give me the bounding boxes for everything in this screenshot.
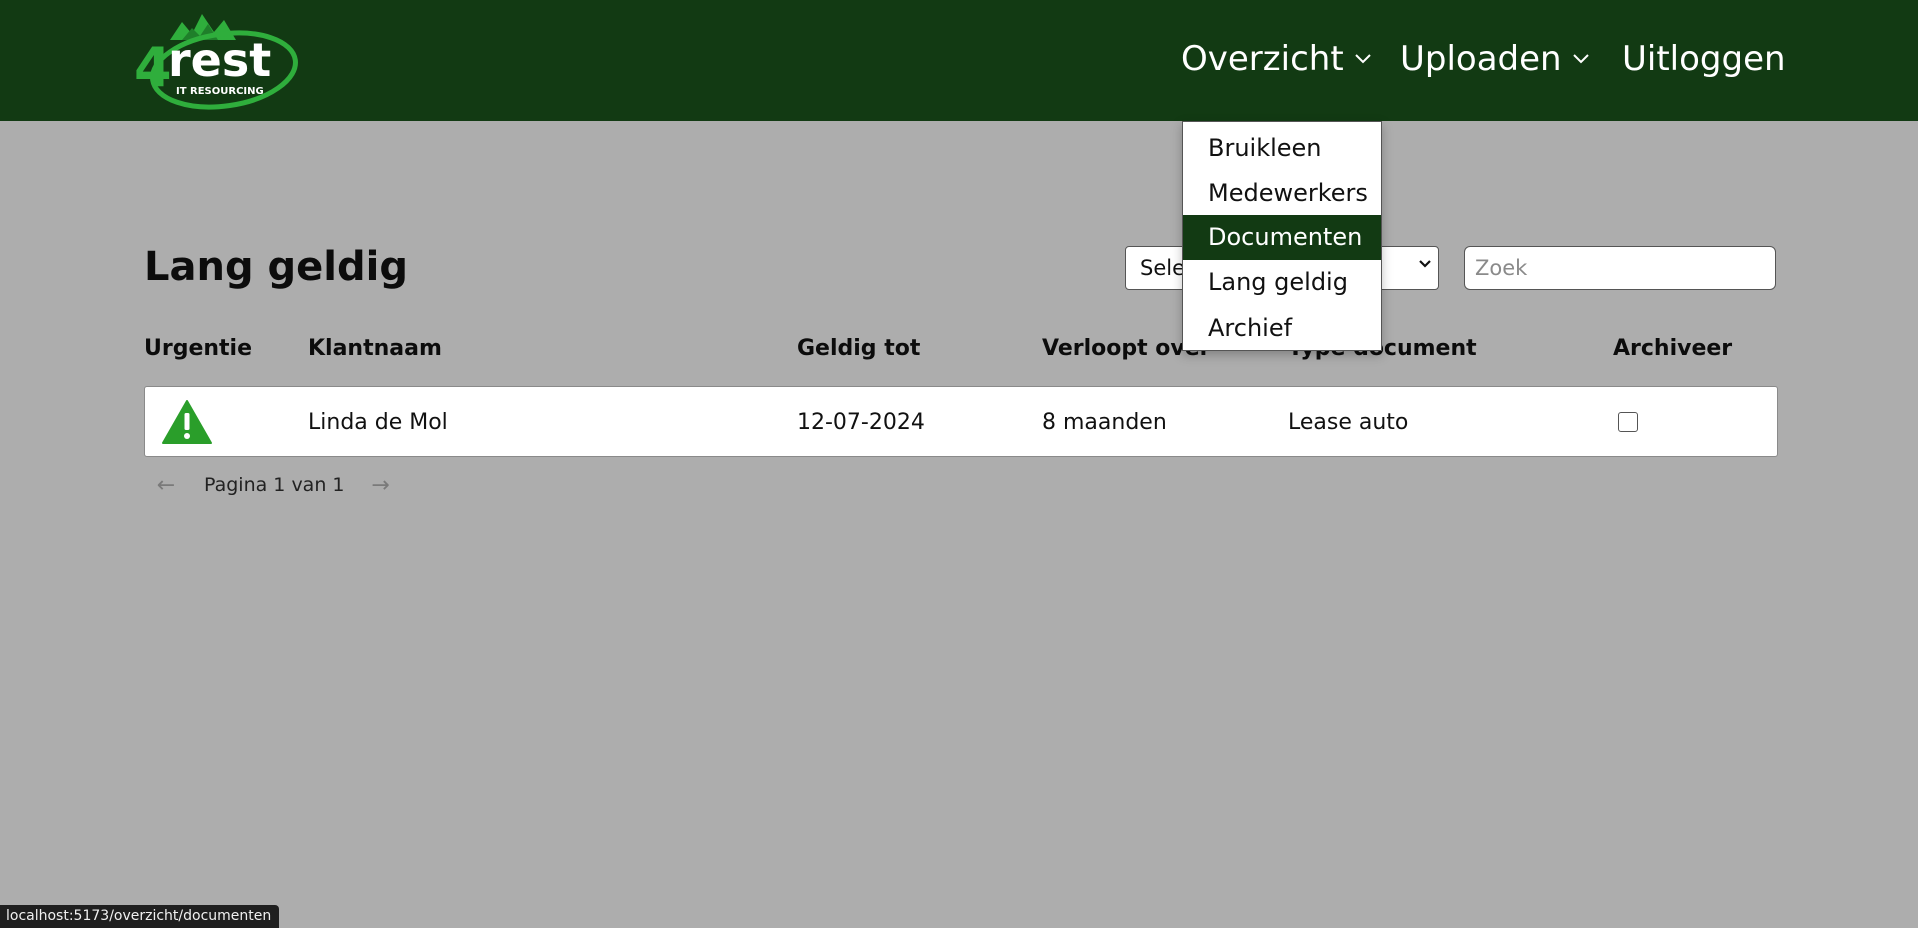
nav-overzicht-label: Overzicht	[1181, 39, 1344, 79]
cell-geldig-tot: 12-07-2024	[797, 410, 925, 435]
nav-overzicht[interactable]: Overzicht	[1181, 38, 1372, 80]
nav-uitloggen-label: Uitloggen	[1622, 39, 1786, 79]
menu-item-archief[interactable]: Archief	[1183, 306, 1381, 351]
cell-verloopt-over: 8 maanden	[1042, 410, 1167, 435]
menu-item-medewerkers[interactable]: Medewerkers	[1183, 171, 1381, 216]
column-header-urgentie: Urgentie	[144, 336, 253, 361]
nav-uitloggen[interactable]: Uitloggen	[1622, 38, 1786, 80]
filter-select-value: Sele	[1140, 256, 1186, 280]
column-header-archiveer: Archiveer	[1613, 336, 1733, 361]
svg-text:IT RESOURCING: IT RESOURCING	[176, 86, 264, 97]
warning-triangle-icon	[162, 400, 212, 444]
nav-uploaden[interactable]: Uploaden	[1400, 38, 1590, 80]
chevron-down-icon	[1354, 54, 1371, 64]
menu-item-lang-geldig[interactable]: Lang geldig	[1183, 260, 1381, 305]
overzicht-dropdown-menu: Bruikleen Medewerkers Documenten Lang ge…	[1182, 121, 1382, 351]
pagination: ← Pagina 1 van 1 →	[152, 470, 395, 500]
arrow-left-icon[interactable]: ←	[152, 473, 180, 498]
pagination-text: Pagina 1 van 1	[204, 474, 345, 496]
status-bar-url: localhost:5173/overzicht/documenten	[0, 905, 280, 928]
menu-item-bruikleen[interactable]: Bruikleen	[1183, 126, 1381, 171]
chevron-down-icon	[1419, 260, 1431, 268]
page-title: Lang geldig	[144, 244, 408, 290]
cell-type-document: Lease auto	[1288, 410, 1409, 435]
archive-checkbox[interactable]	[1618, 412, 1638, 432]
cell-klantnaam: Linda de Mol	[308, 410, 448, 435]
4rest-logo[interactable]: 4 rest IT RESOURCING	[132, 6, 302, 110]
table-row[interactable]: Linda de Mol 12-07-2024 8 maanden Lease …	[144, 386, 1778, 457]
nav-uploaden-label: Uploaden	[1400, 39, 1562, 79]
chevron-down-icon	[1572, 54, 1589, 64]
navbar: 4 rest IT RESOURCING Overzicht Uploaden …	[0, 0, 1918, 121]
svg-text:4: 4	[134, 36, 172, 99]
menu-item-documenten[interactable]: Documenten	[1183, 215, 1381, 260]
svg-text:rest: rest	[168, 33, 271, 87]
column-header-klantnaam: Klantnaam	[308, 336, 442, 361]
column-header-geldig-tot: Geldig tot	[797, 336, 921, 361]
search-input[interactable]	[1464, 246, 1776, 290]
arrow-right-icon[interactable]: →	[367, 473, 395, 498]
